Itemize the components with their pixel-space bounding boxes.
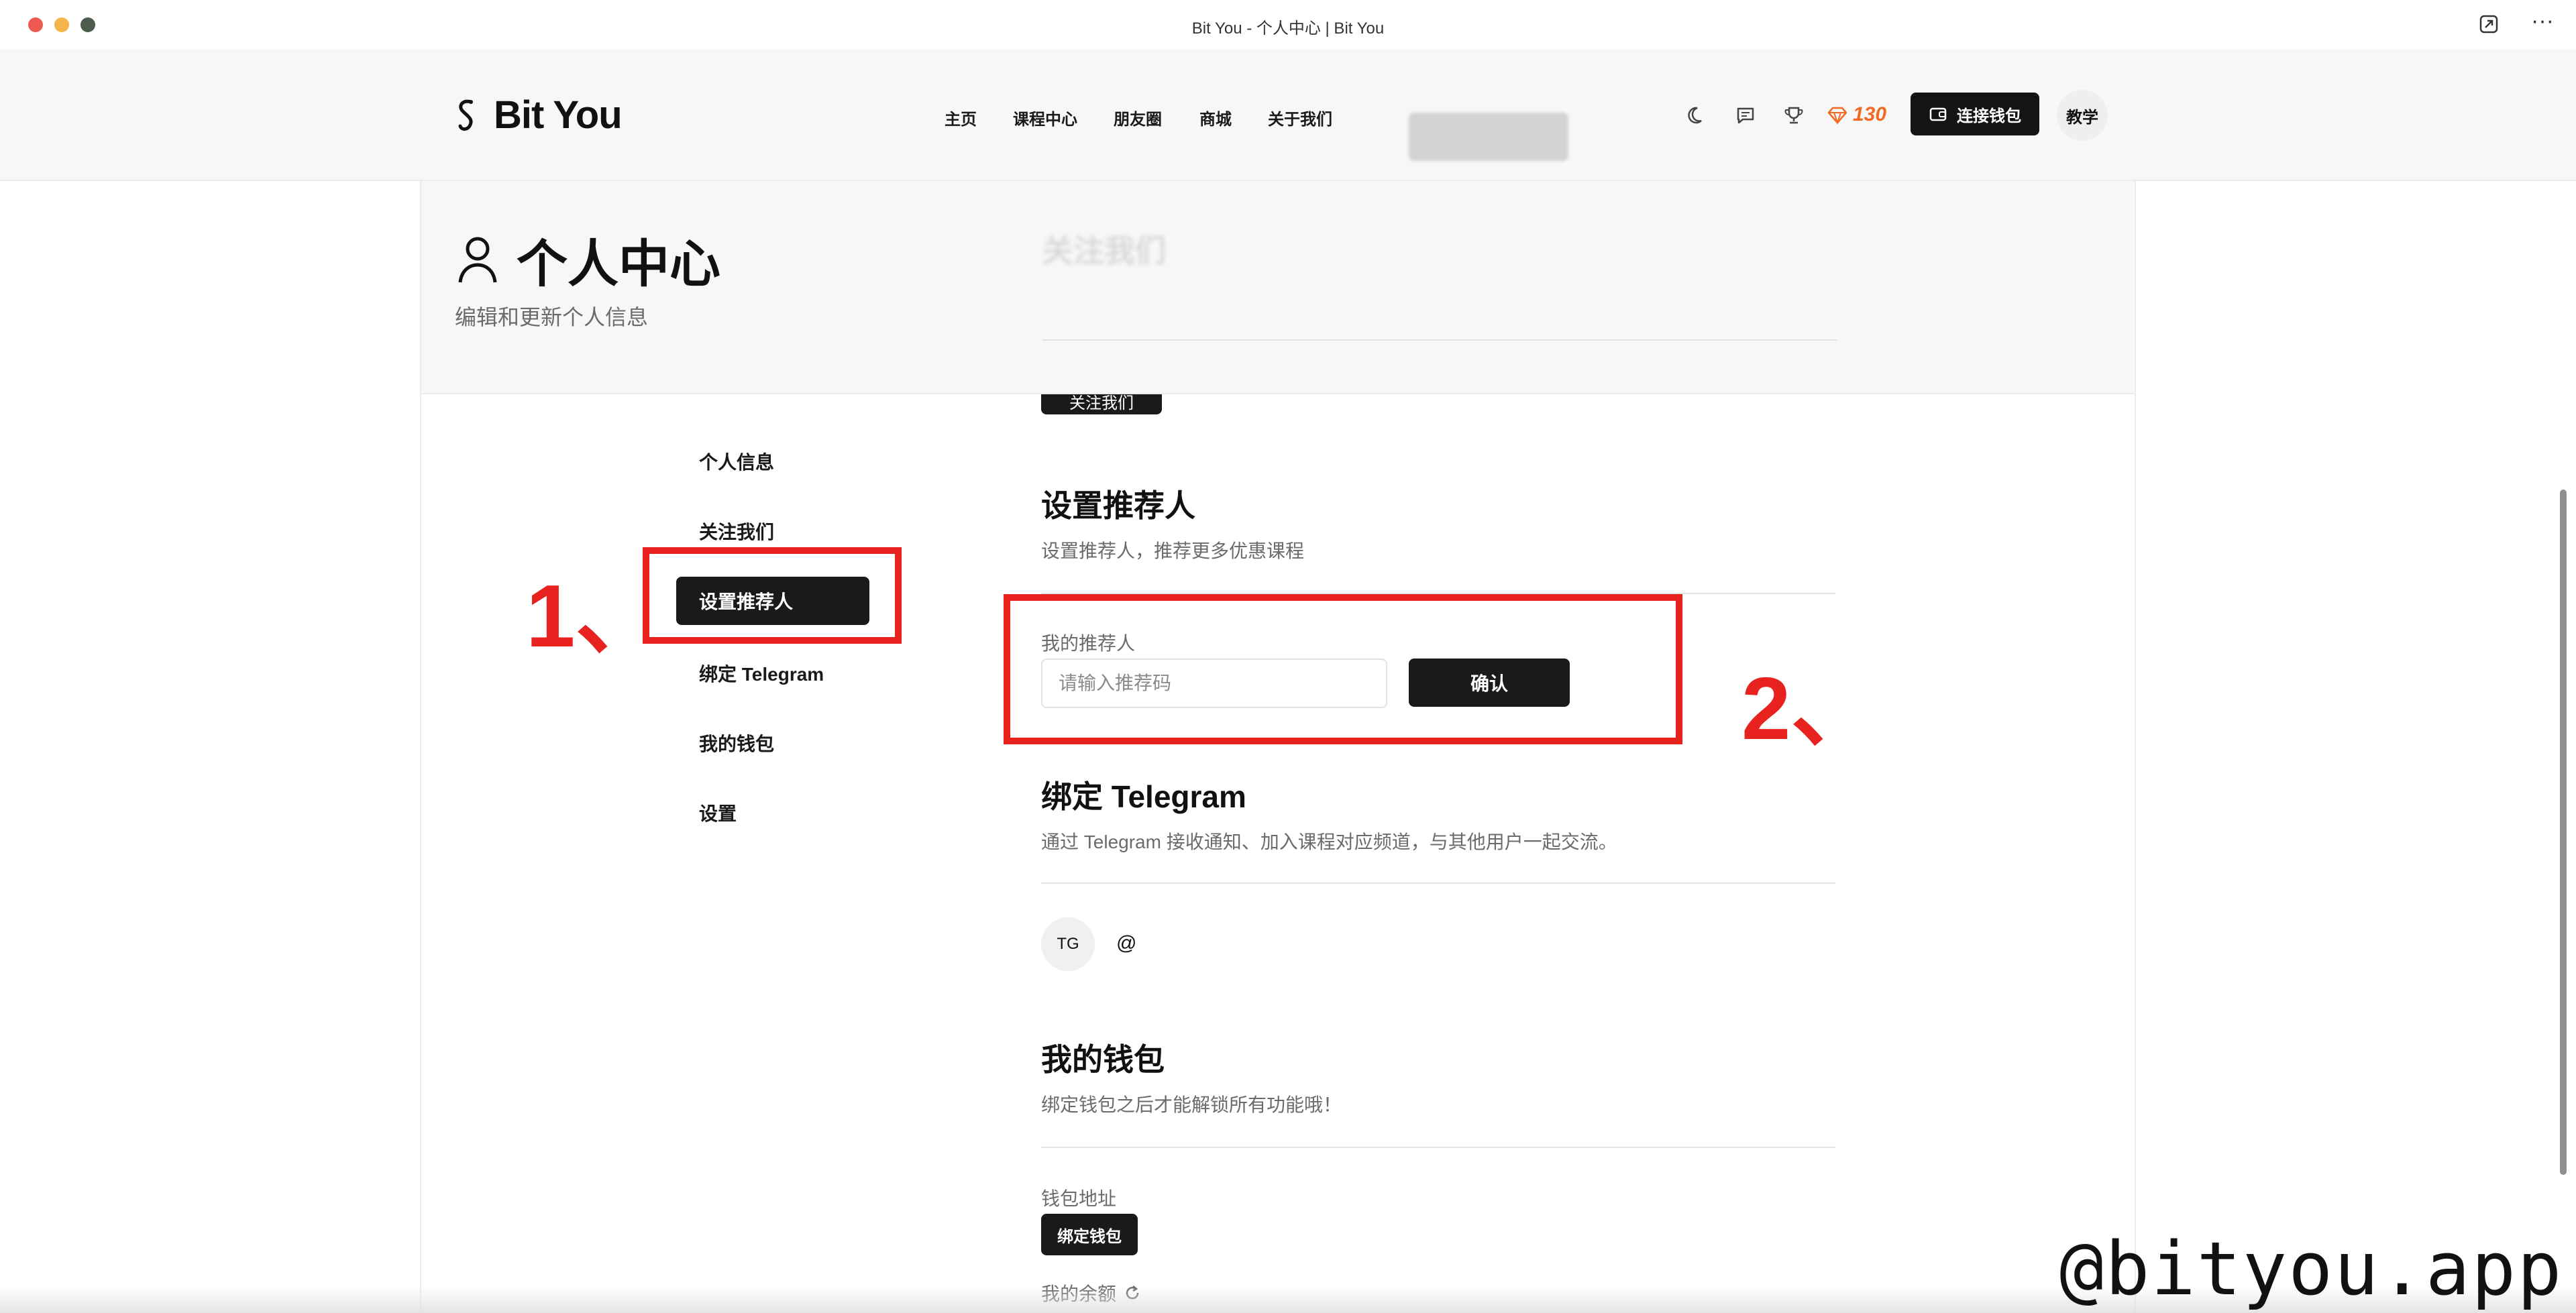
scrolled-under-heading: 关注我们 [1042, 233, 1166, 268]
page-hero: 个人中心 编辑和更新个人信息 关注我们 [420, 181, 2136, 394]
connect-wallet-label: 连接钱包 [1957, 107, 2021, 125]
referral-description: 设置推荐人，推荐更多优惠课程 [1041, 540, 1305, 561]
main-nav: 主页 课程中心 朋友圈 商城 关于我们 [945, 106, 1332, 129]
follow-x-label: 关注我们 [1069, 394, 1134, 412]
dark-mode-icon[interactable] [1685, 103, 1709, 127]
referral-title: 设置推荐人 [1041, 488, 1195, 523]
logo-icon [458, 99, 473, 131]
diamond-icon [1827, 107, 1847, 125]
wallet-title: 我的钱包 [1041, 1042, 1165, 1077]
connect-wallet-button[interactable]: 连接钱包 [1911, 93, 2039, 135]
tutorial-button[interactable]: 教学 [2057, 90, 2108, 141]
sidebar-item-settings[interactable]: 设置 [699, 799, 737, 826]
page-subtitle: 编辑和更新个人信息 [455, 305, 649, 329]
scrolled-under-button-ghost [1409, 113, 1568, 161]
telegram-title: 绑定 Telegram [1041, 779, 1246, 814]
share-icon[interactable] [2477, 12, 2504, 39]
sidebar-item-telegram[interactable]: 绑定 Telegram [699, 660, 824, 687]
more-options-icon[interactable]: ··· [2529, 9, 2556, 39]
points-counter[interactable]: 130 [1827, 103, 1886, 126]
trophy-icon[interactable] [1782, 103, 1806, 127]
sidebar-item-wallet[interactable]: 我的钱包 [699, 730, 774, 756]
nav-moments[interactable]: 朋友圈 [1114, 106, 1162, 129]
nav-about[interactable]: 关于我们 [1268, 106, 1332, 129]
brand-logo[interactable]: Bit You [453, 93, 623, 137]
window-titlebar: Bit You - 个人中心 | Bit You ··· [0, 0, 2576, 50]
annotation-step-1: 1、 [526, 567, 664, 665]
annotation-step-2: 2、 [1741, 659, 1880, 758]
page-title: 个人中心 [455, 223, 720, 296]
telegram-avatar: TG [1041, 917, 1095, 971]
wallet-description: 绑定钱包之后才能解锁所有功能哦！ [1041, 1094, 1342, 1115]
points-value: 130 [1853, 103, 1887, 125]
annotation-box-sidebar [643, 547, 902, 644]
wallet-icon [1929, 107, 1947, 121]
wallet-divider [1041, 1147, 1835, 1148]
nav-courses[interactable]: 课程中心 [1013, 106, 1077, 129]
site-header: Bit You 主页 课程中心 朋友圈 商城 关于我们 130 连接钱包 教学 [0, 50, 2576, 181]
window-title: Bit You - 个人中心 | Bit You [1191, 19, 1385, 38]
wallet-address-label: 钱包地址 [1041, 1188, 1117, 1209]
sidebar-item-profile[interactable]: 个人信息 [699, 448, 774, 475]
hero-divider [1042, 339, 1837, 341]
sidebar-item-follow[interactable]: 关注我们 [699, 518, 774, 545]
nav-home[interactable]: 主页 [945, 106, 977, 129]
telegram-description: 通过 Telegram 接收通知、加入课程对应频道，与其他用户一起交流。 [1041, 832, 1617, 852]
page-scrollbar[interactable] [2560, 490, 2567, 1175]
page-title-text: 个人中心 [517, 236, 720, 293]
watermark: @bityou.app [2059, 1226, 2563, 1312]
follow-x-button[interactable]: 关注我们 [1041, 394, 1162, 414]
annotation-box-referral [1004, 594, 1682, 744]
telegram-handle: @ [1116, 932, 1137, 954]
telegram-divider [1041, 882, 1835, 884]
bind-wallet-button[interactable]: 绑定钱包 [1041, 1214, 1138, 1255]
message-icon[interactable] [1733, 103, 1758, 127]
user-icon [458, 237, 497, 283]
brand-name: Bit You [494, 93, 623, 137]
nav-shop[interactable]: 商城 [1199, 106, 1232, 129]
